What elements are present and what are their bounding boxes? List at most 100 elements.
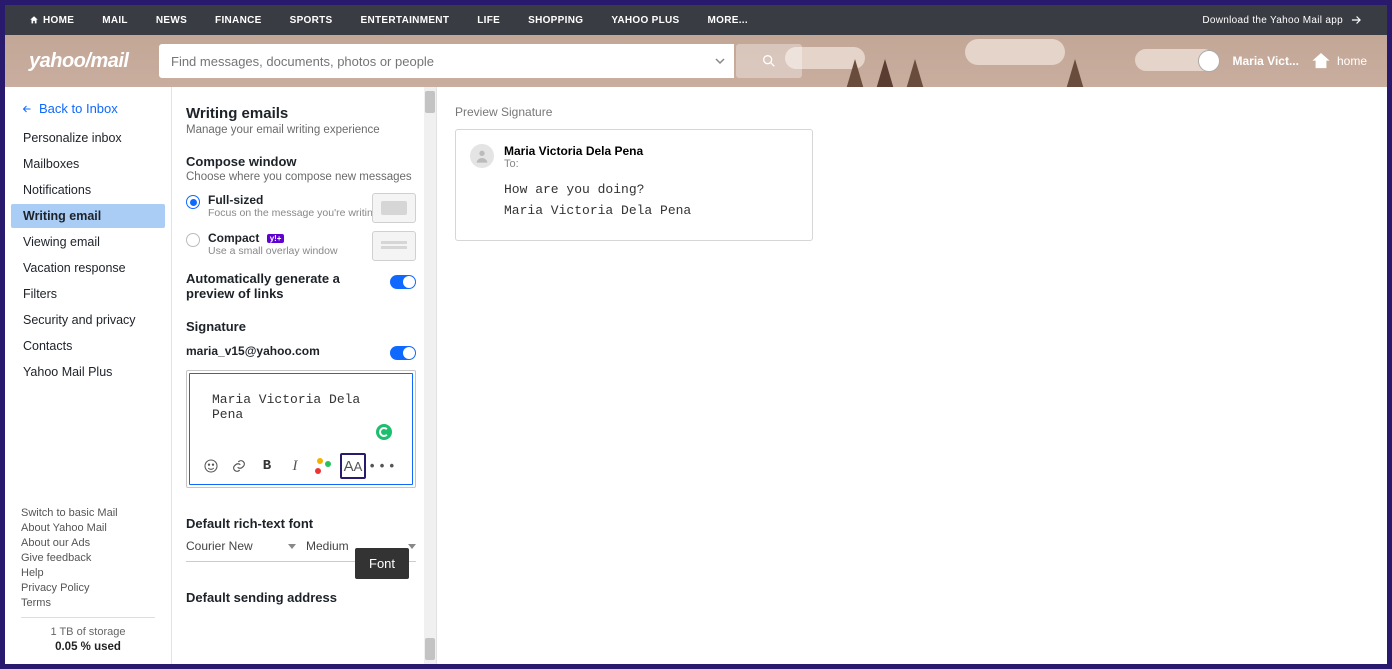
masthead: yahoo/mail Maria Vict... home xyxy=(5,35,1387,87)
storage-info: 1 TB of storage 0.05 % used xyxy=(21,626,155,653)
person-icon xyxy=(474,148,490,164)
italic-button[interactable]: I xyxy=(284,455,306,477)
grammarly-icon[interactable] xyxy=(376,424,392,440)
chevron-down-icon xyxy=(408,544,416,549)
signature-heading: Signature xyxy=(186,319,416,334)
sidebar-mail-plus[interactable]: Yahoo Mail Plus xyxy=(11,360,165,384)
signature-text: Maria Victoria Dela Pena xyxy=(212,392,360,422)
sidebar-contacts[interactable]: Contacts xyxy=(11,334,165,358)
sidebar-notifications[interactable]: Notifications xyxy=(11,178,165,202)
user-name[interactable]: Maria Vict... xyxy=(1232,54,1298,68)
sidebar-personalize[interactable]: Personalize inbox xyxy=(11,126,165,150)
search-input[interactable] xyxy=(159,44,704,78)
signature-editor[interactable]: Maria Victoria Dela Pena B I AA ••• xyxy=(189,373,413,485)
editor-toolbar: B I AA ••• xyxy=(194,450,408,482)
signature-editor-wrap: Maria Victoria Dela Pena B I AA ••• xyxy=(186,370,416,488)
radio-fullsized[interactable] xyxy=(186,195,200,209)
signature-toggle[interactable] xyxy=(390,346,416,360)
link-button[interactable] xyxy=(228,455,250,477)
emoji-button[interactable] xyxy=(200,455,222,477)
search-button[interactable] xyxy=(736,44,802,78)
sidebar-security[interactable]: Security and privacy xyxy=(11,308,165,332)
back-label: Back to Inbox xyxy=(39,101,118,116)
default-font-heading: Default rich-text font xyxy=(186,516,416,531)
nav-mail[interactable]: MAIL xyxy=(102,15,128,26)
more-button[interactable]: ••• xyxy=(372,455,394,477)
download-app-label: Download the Yahoo Mail app xyxy=(1202,15,1343,26)
nav-news[interactable]: NEWS xyxy=(156,15,187,26)
color-dots-icon xyxy=(315,458,331,474)
footer-terms[interactable]: Terms xyxy=(21,597,155,609)
footer-help[interactable]: Help xyxy=(21,567,155,579)
font-button[interactable]: AA xyxy=(340,453,366,479)
yahoo-plus-badge: y!+ xyxy=(267,234,285,243)
nav-sports[interactable]: SPORTS xyxy=(290,15,333,26)
back-to-inbox[interactable]: Back to Inbox xyxy=(5,101,171,126)
arrow-right-icon xyxy=(1349,13,1363,27)
sidebar-viewing-email[interactable]: Viewing email xyxy=(11,230,165,254)
home-button[interactable]: home xyxy=(1311,51,1367,71)
preview-to: To: xyxy=(504,158,643,170)
compose-sub: Choose where you compose new messages xyxy=(186,171,416,183)
page-title: Writing emails xyxy=(186,105,416,122)
footer-basic-mail[interactable]: Switch to basic Mail xyxy=(21,507,155,519)
search-dropdown[interactable] xyxy=(704,44,734,78)
preview-line1: How are you doing? xyxy=(504,180,794,201)
color-button[interactable] xyxy=(312,455,334,477)
font-face-select[interactable]: Courier New xyxy=(186,535,296,557)
fullsized-desc: Focus on the message you're writing xyxy=(208,207,379,219)
main: Back to Inbox Personalize inbox Mailboxe… xyxy=(5,87,1387,664)
nav-finance[interactable]: FINANCE xyxy=(215,15,262,26)
yahoo-mail-logo[interactable]: yahoo/mail xyxy=(29,50,159,73)
preview-card: Maria Victoria Dela Pena To: How are you… xyxy=(455,129,813,241)
sidebar-footer: Switch to basic Mail About Yahoo Mail Ab… xyxy=(5,504,171,664)
bold-button[interactable]: B xyxy=(256,455,278,477)
link-icon xyxy=(231,458,247,474)
preview-header: Maria Victoria Dela Pena To: xyxy=(470,144,794,170)
storage-total: 1 TB of storage xyxy=(21,626,155,638)
searchbar xyxy=(159,44,802,78)
scrollbar-track[interactable] xyxy=(424,87,436,664)
footer-about-ads[interactable]: About our Ads xyxy=(21,537,155,549)
footer-privacy[interactable]: Privacy Policy xyxy=(21,582,155,594)
user-avatar[interactable] xyxy=(1198,50,1220,72)
nav-yahoo-plus[interactable]: YAHOO PLUS xyxy=(611,15,679,26)
nav-more[interactable]: MORE... xyxy=(708,15,748,26)
auto-preview-label: Automatically generate a preview of link… xyxy=(186,271,356,301)
font-size-value: Medium xyxy=(306,539,349,553)
fullsized-label: Full-sized xyxy=(208,193,379,207)
nav-life[interactable]: LIFE xyxy=(477,15,500,26)
nav-home-label: HOME xyxy=(43,15,74,26)
sidebar-filters[interactable]: Filters xyxy=(11,282,165,306)
preview-body: How are you doing? Maria Victoria Dela P… xyxy=(470,180,794,222)
footer-feedback[interactable]: Give feedback xyxy=(21,552,155,564)
auto-preview-row: Automatically generate a preview of link… xyxy=(186,271,416,301)
search-icon xyxy=(761,53,777,69)
home-icon xyxy=(1311,51,1331,71)
storage-used: 0.05 % used xyxy=(55,641,121,653)
auto-preview-toggle[interactable] xyxy=(390,275,416,289)
compact-desc: Use a small overlay window xyxy=(208,245,338,257)
preview-from: Maria Victoria Dela Pena xyxy=(504,144,643,158)
radio-compact[interactable] xyxy=(186,233,200,247)
preview-heading: Preview Signature xyxy=(455,105,1387,119)
nav-entertainment[interactable]: ENTERTAINMENT xyxy=(361,15,450,26)
sidebar-vacation[interactable]: Vacation response xyxy=(11,256,165,280)
scrollbar-thumb-bottom[interactable] xyxy=(425,638,435,660)
scrollbar-thumb-top[interactable] xyxy=(425,91,435,113)
compose-option-fullsized[interactable]: Full-sized Focus on the message you're w… xyxy=(186,193,416,219)
sidebar-mailboxes[interactable]: Mailboxes xyxy=(11,152,165,176)
footer-separator xyxy=(21,617,155,618)
download-app-link[interactable]: Download the Yahoo Mail app xyxy=(1202,13,1363,27)
signature-account-row: maria_v15@yahoo.com xyxy=(186,342,416,360)
compose-option-compact[interactable]: Compact y!+ Use a small overlay window xyxy=(186,231,416,257)
compact-label-text: Compact xyxy=(208,231,259,245)
font-tooltip: Font xyxy=(355,548,409,579)
footer-about-mail[interactable]: About Yahoo Mail xyxy=(21,522,155,534)
sidebar-writing-email[interactable]: Writing email xyxy=(11,204,165,228)
global-nav: HOME MAIL NEWS FINANCE SPORTS ENTERTAINM… xyxy=(5,5,1387,35)
nav-home[interactable]: HOME xyxy=(29,15,74,26)
arrow-left-icon xyxy=(21,103,33,115)
home-icon xyxy=(29,15,39,25)
nav-shopping[interactable]: SHOPPING xyxy=(528,15,583,26)
